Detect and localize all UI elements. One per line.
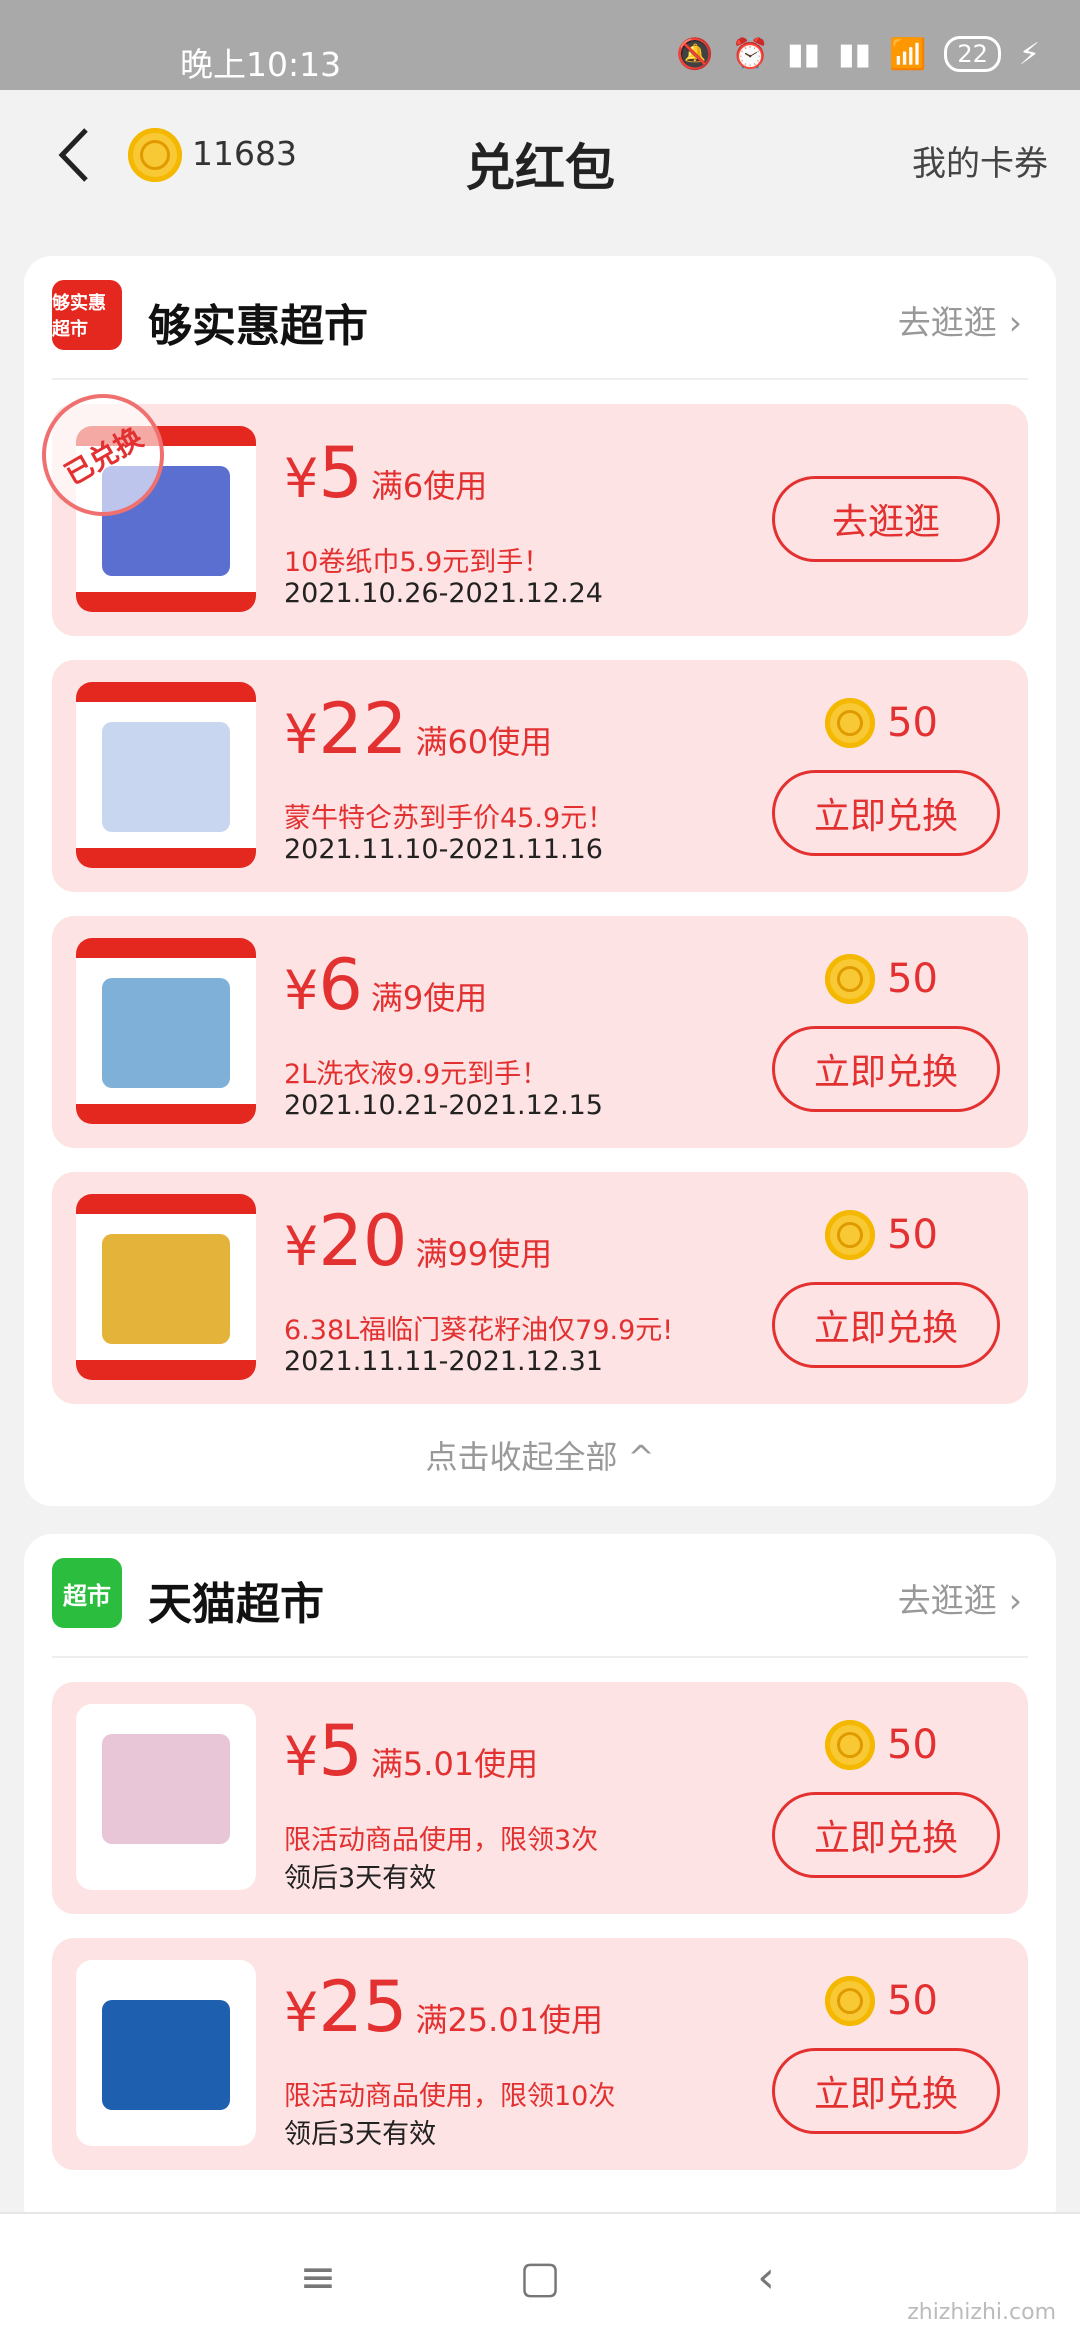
coin-icon [825, 954, 876, 1004]
alarm-icon: ⏰ [731, 36, 769, 72]
coupon-item: ¥20 满99使用 6.38L福临门葵花籽油仅79.9元! 2021.11.11-… [52, 1172, 1028, 1404]
coupon-price: ¥20 满99使用 [284, 1200, 553, 1282]
shop-logo: 超市 [52, 1558, 122, 1628]
divider [52, 1656, 1028, 1658]
coupon-date: 领后3天有效 [284, 2119, 437, 2150]
coin-cost: 50 [825, 698, 938, 748]
coupon-date: 领后3天有效 [284, 1863, 437, 1894]
go-shop-label: 去逛逛 [897, 303, 997, 342]
coupon-item: ¥5 满5.01使用 限活动商品使用，限领3次 领后3天有效 50 立即兑换 [52, 1682, 1028, 1914]
coupon-item: ¥25 满25.01使用 限活动商品使用，限领10次 领后3天有效 50 立即兑换 [52, 1938, 1028, 2170]
home-icon[interactable]: ▢ [510, 2248, 570, 2308]
watermark: zhizhizhi.com [907, 2300, 1056, 2325]
divider [52, 378, 1028, 380]
redeem-button[interactable]: 立即兑换 [772, 2048, 1000, 2134]
coupon-desc: 限活动商品使用，限领10次 [284, 2081, 616, 2112]
back-icon[interactable]: ‹ [736, 2248, 796, 2308]
chevron-right-icon: › [1008, 1581, 1022, 1620]
coupon-item: ¥22 满60使用 蒙牛特仑苏到手价45.9元！ 2021.11.10-2021.… [52, 660, 1028, 892]
signal-icon: ▮▮ [786, 36, 820, 72]
status-time: 晚上10:13 [180, 45, 342, 84]
mute-icon: 🔕 [676, 36, 714, 72]
coupon-item: ¥6 满9使用 2L洗衣液9.9元到手！ 2021.10.21-2021.12.1… [52, 916, 1028, 1148]
coupon-price: ¥25 满25.01使用 [284, 1966, 604, 2048]
coupon-price: ¥22 满60使用 [284, 688, 553, 770]
shop-name: 够实惠超市 [148, 301, 368, 352]
product-thumbnail [76, 1194, 256, 1380]
product-thumbnail [76, 938, 256, 1124]
status-bar: 晚上10:13 🔕 ⏰ ▮▮ ▮▮ 📶 22 ⚡ [0, 0, 1080, 90]
shop-name: 天猫超市 [148, 1579, 324, 1630]
coupon-date: 2021.10.21-2021.12.15 [284, 1090, 603, 1121]
shop-header: 超市 天猫超市 去逛逛 › [24, 1534, 1056, 1658]
coupon-desc: 6.38L福临门葵花籽油仅79.9元! [284, 1315, 674, 1346]
shop-header: 够实惠超市 够实惠超市 去逛逛 › [24, 256, 1056, 380]
product-thumbnail [76, 1960, 256, 2146]
coupon-date: 2021.11.10-2021.11.16 [284, 834, 603, 865]
coin-cost: 50 [825, 1720, 938, 1770]
shop-card-2: 超市 天猫超市 去逛逛 › ¥5 满5.01使用 限活动商品使用，限领3次 领后3天… [24, 1534, 1056, 2234]
coupon-date: 2021.11.11-2021.12.31 [284, 1346, 603, 1377]
collapse-all-toggle[interactable]: 点击收起全部 ^ [24, 1432, 1056, 1478]
coin-cost: 50 [825, 1976, 938, 2026]
coupon-date: 2021.10.26-2021.12.24 [284, 578, 603, 609]
coin-icon [825, 1720, 876, 1770]
coupon-item: 已兑换 ¥5 满6使用 10卷纸巾5.9元到手！ 2021.10.26-2021.… [19, 371, 1028, 636]
coin-icon [825, 1210, 876, 1260]
product-thumbnail [76, 1704, 256, 1890]
coin-cost: 50 [825, 1210, 938, 1260]
signal-icon-2: ▮▮ [837, 36, 872, 72]
chevron-right-icon: › [1008, 303, 1022, 342]
coin-cost: 50 [825, 954, 938, 1004]
coupon-desc: 限活动商品使用，限领3次 [284, 1825, 599, 1856]
charging-icon: ⚡ [1018, 36, 1040, 72]
go-shop-button[interactable]: 去逛逛 [772, 476, 1000, 562]
coupon-desc: 2L洗衣液9.9元到手！ [284, 1059, 549, 1090]
coin-icon [825, 1976, 876, 2026]
coupon-price: ¥6 满9使用 [284, 944, 488, 1026]
shop-card-1: 够实惠超市 够实惠超市 去逛逛 › 已兑换 ¥5 满6使用 10卷纸巾5.9元到手！… [19, 256, 1056, 1506]
my-cards-link[interactable]: 我的卡券 [912, 136, 1048, 185]
shop-logo: 够实惠超市 [52, 280, 122, 350]
coupon-price: ¥5 满5.01使用 [284, 1710, 539, 1792]
redeem-button[interactable]: 立即兑换 [772, 1026, 1000, 1112]
go-shop-link[interactable]: 去逛逛 › [898, 1574, 1022, 1622]
coupon-desc: 10卷纸巾5.9元到手！ [284, 547, 551, 578]
top-header: 11683 兑红包 我的卡券 [0, 90, 1080, 220]
coin-icon [825, 698, 876, 748]
menu-icon[interactable]: ≡ [288, 2248, 348, 2308]
status-icons: 🔕 ⏰ ▮▮ ▮▮ 📶 22 ⚡ [676, 36, 1040, 72]
go-shop-label: 去逛逛 [897, 1581, 997, 1620]
product-thumbnail [76, 682, 256, 868]
go-shop-link[interactable]: 去逛逛 › [898, 296, 1022, 344]
coupon-desc: 蒙牛特仑苏到手价45.9元！ [284, 803, 615, 834]
wifi-icon: 📶 [889, 36, 927, 72]
battery-icon: 22 [944, 36, 1001, 72]
redeem-button[interactable]: 立即兑换 [772, 770, 1000, 856]
redeem-button[interactable]: 立即兑换 [772, 1282, 1000, 1368]
coupon-price: ¥5 满6使用 [284, 432, 488, 514]
redeem-button[interactable]: 立即兑换 [772, 1792, 1000, 1878]
